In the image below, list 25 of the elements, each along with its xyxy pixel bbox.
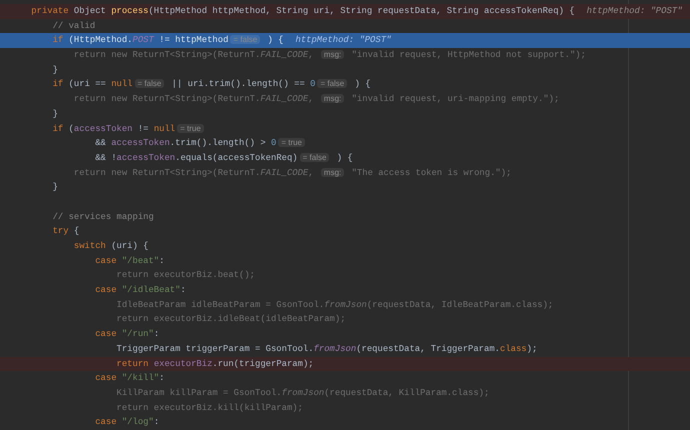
code-line: IdleBeatParam idleBeatParam = GsonTool.fromJson(requestData, IdleBeatParam.class); xyxy=(116,298,554,312)
code-line: return executorBiz.idleBeat(idleBeatParam); xyxy=(116,313,347,326)
code-line: case "/kill": xyxy=(94,372,166,386)
code-line: case "/beat": xyxy=(94,254,166,268)
code-line: } xyxy=(52,181,59,194)
code-line: return executorBiz.kill(killParam); xyxy=(116,402,304,415)
code-line: && accessToken.trim().length() > 0 = true xyxy=(0,136,690,151)
code-line: case "/run": xyxy=(94,328,160,342)
code-line: // valid xyxy=(52,20,96,33)
code-line: && !accessToken.equals(accessTokenReq) = false ) { xyxy=(94,152,354,165)
code-line: return executorBiz.beat(); xyxy=(116,269,256,282)
code-line: KillParam killParam = GsonTool.fromJson(requestData, KillParam.class); xyxy=(116,386,490,400)
code-line: // services mapping xyxy=(52,210,155,224)
code-line: case "/idleBeat": xyxy=(94,284,187,298)
code-line: case "/log": xyxy=(94,416,160,430)
code-line: return new ReturnT<String>(ReturnT.FAIL_CODE, msg: "invalid request, uri-mapping empty."); xyxy=(72,93,560,106)
code-line: switch (uri) { xyxy=(72,240,150,253)
code-line: if (accessToken != null = true xyxy=(0,122,690,136)
code-line: return new ReturnT<String>(ReturnT.FAIL_CODE, msg: "invalid request, HttpMethod not support."); xyxy=(72,49,587,62)
code-line: } xyxy=(52,64,59,77)
code-line: if (uri == null = false || uri.trim().length() == 0 = false ) { xyxy=(52,78,372,92)
code-line: TriggerParam triggerParam = GsonTool.fromJson(requestData, TriggerParam.class); xyxy=(116,342,538,356)
code-line: } xyxy=(52,108,59,121)
code-line: try { xyxy=(52,225,80,238)
code-line: return new ReturnT<String>(ReturnT.FAIL_CODE, msg: "The access token is wrong."); xyxy=(72,166,512,180)
